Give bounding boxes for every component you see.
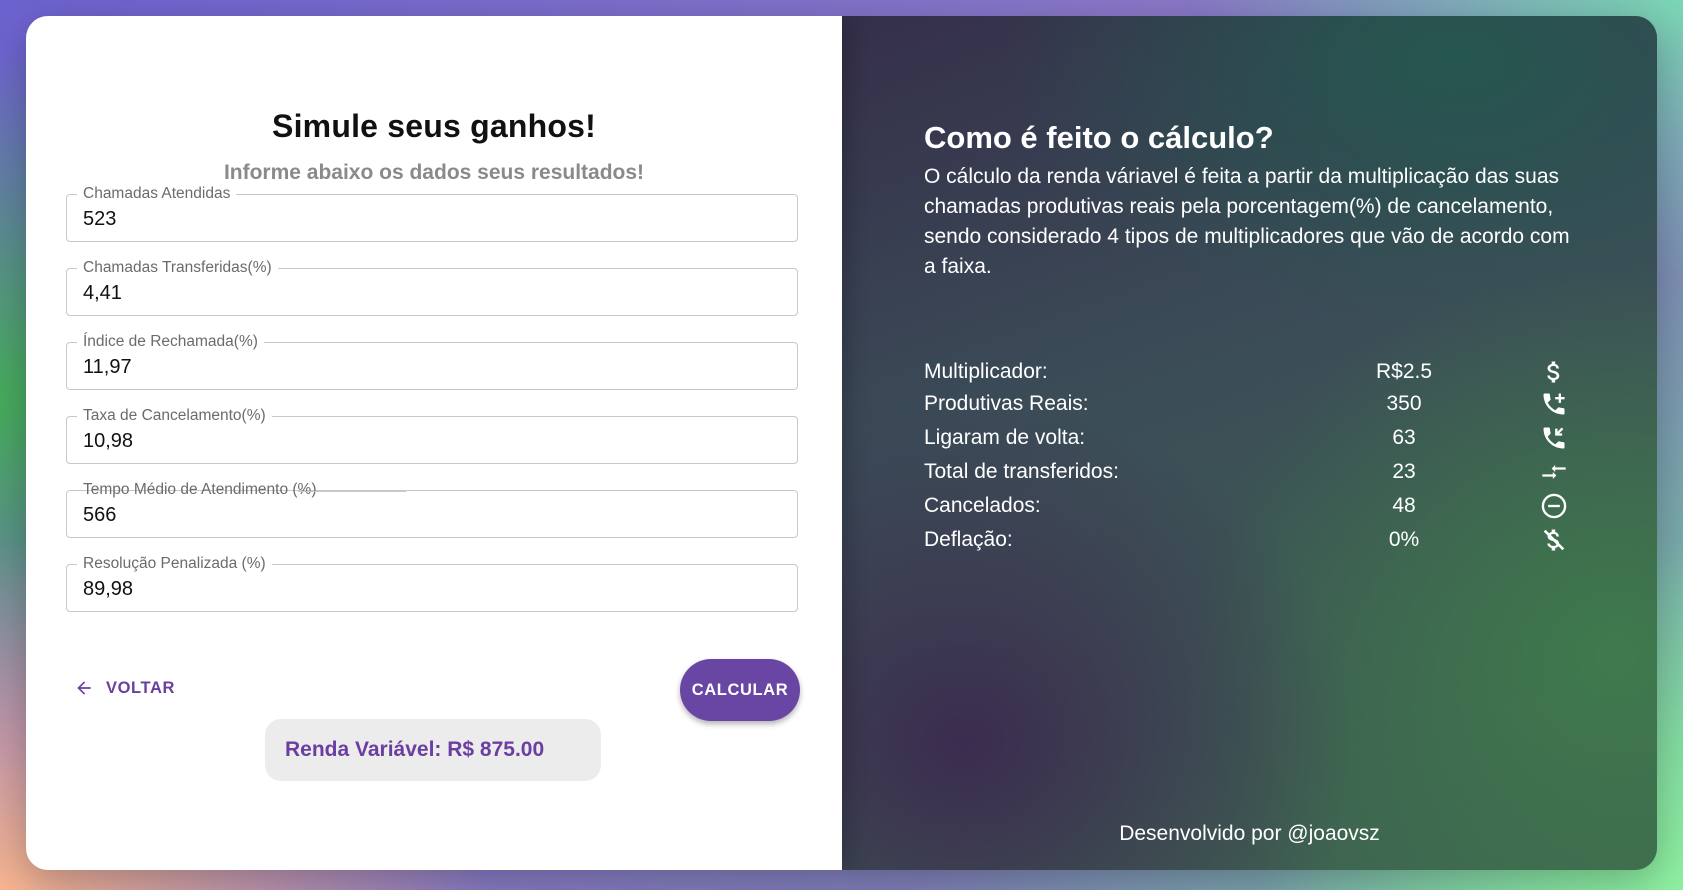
field-label: Taxa de Cancelamento(%)	[77, 407, 272, 425]
arrow-left-icon	[77, 681, 91, 695]
info-title: Como é feito o cálculo?	[924, 120, 1274, 155]
transfer-arrows-icon	[1542, 465, 1566, 479]
row-value: 23	[1392, 460, 1416, 483]
phone-callback-icon	[1543, 427, 1565, 449]
field-label: Chamadas Transferidas(%)	[77, 259, 278, 277]
tempo-medio-field[interactable]: Tempo Médio de Atendimento (%) 566	[66, 481, 798, 538]
info-description: O cálculo da renda váriavel é feita a pa…	[924, 165, 1570, 278]
main-card: Simule seus ganhos! Informe abaixo os da…	[26, 16, 1657, 870]
result-badge: Renda Variável: R$ 875.00	[265, 719, 601, 781]
row-label: Ligaram de volta:	[924, 426, 1086, 449]
field-value[interactable]: 566	[83, 504, 116, 527]
calculate-button[interactable]: CALCULAR	[680, 659, 800, 721]
field-label: Tempo Médio de Atendimento (%)	[83, 481, 317, 498]
field-value[interactable]: 10,98	[83, 430, 133, 453]
row-deflacao: Deflação: 0%	[924, 526, 1584, 556]
row-value: R$2.5	[1375, 360, 1433, 383]
row-transferidos: Total de transferidos: 23	[924, 458, 1584, 488]
row-label: Produtivas Reais:	[924, 392, 1089, 415]
chamadas-atendidas-field[interactable]: Chamadas Atendidas 523	[66, 185, 798, 242]
phone-add-icon	[1543, 393, 1565, 415]
indice-rechamada-field[interactable]: Índice de Rechamada(%) 11,97	[66, 333, 798, 390]
minus-circle-icon	[1541, 493, 1567, 519]
info-panel: Como é feito o cálculo? O cálculo da ren…	[842, 16, 1657, 870]
row-label: Cancelados:	[924, 494, 1041, 517]
field-label: Índice de Rechamada(%)	[77, 333, 264, 351]
back-button-label: VOLTAR	[106, 678, 175, 697]
dollar-icon	[1547, 361, 1560, 383]
field-outline-segment	[298, 491, 406, 492]
row-label: Total de transferidos:	[924, 460, 1119, 483]
taxa-cancelamento-field[interactable]: Taxa de Cancelamento(%) 10,98	[66, 407, 798, 464]
row-produtivas: Produtivas Reais: 350	[924, 390, 1584, 420]
resolucao-penalizada-field[interactable]: Resolução Penalizada (%) 89,98	[66, 555, 798, 612]
money-off-icon	[1543, 529, 1565, 551]
row-label: Deflação:	[924, 528, 1013, 551]
row-ligaram: Ligaram de volta: 63	[924, 424, 1584, 454]
form-panel: Simule seus ganhos! Informe abaixo os da…	[26, 16, 842, 870]
row-label: Multiplicador:	[924, 360, 1048, 383]
field-value[interactable]: 89,98	[83, 578, 133, 601]
row-cancelados: Cancelados: 48	[924, 492, 1584, 522]
field-value[interactable]: 523	[83, 208, 116, 231]
field-label: Resolução Penalizada (%)	[77, 555, 272, 573]
row-value: 350	[1386, 392, 1422, 415]
back-button[interactable]: VOLTAR	[74, 678, 175, 698]
field-label: Chamadas Atendidas	[77, 185, 237, 203]
row-value: 0%	[1388, 528, 1420, 551]
form-title: Simule seus ganhos!	[272, 108, 596, 144]
row-value: 48	[1392, 494, 1416, 517]
row-value: 63	[1392, 426, 1416, 449]
field-value[interactable]: 11,97	[83, 356, 132, 379]
field-value[interactable]: 4,41	[83, 282, 122, 305]
row-multiplicador: Multiplicador: R$2.5	[924, 358, 1584, 388]
footer-credit: Desenvolvido por @joaovsz	[1119, 822, 1380, 845]
form-subtitle: Informe abaixo os dados seus resultados!	[223, 161, 645, 184]
chamadas-transferidas-field[interactable]: Chamadas Transferidas(%) 4,41	[66, 259, 798, 316]
